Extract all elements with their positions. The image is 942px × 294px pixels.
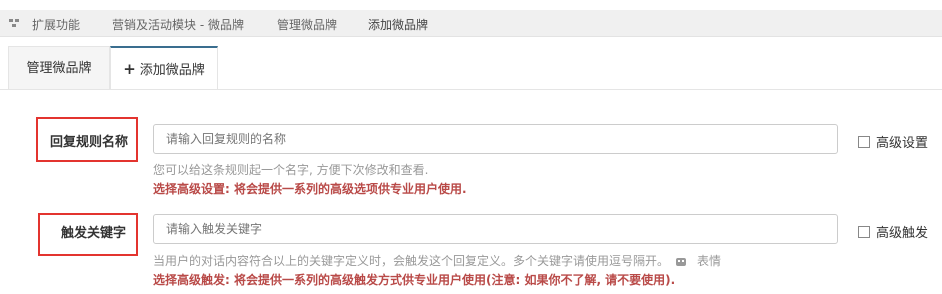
plus-icon: +	[123, 60, 136, 78]
tab-label: 添加微品牌	[139, 63, 205, 78]
advanced-settings-option[interactable]: 高级设置	[858, 132, 929, 151]
keyword-help-text: 当用户的对话内容符合以上的关键字定义时，会触发这个回复定义。多个关键字请使用逗号…	[153, 254, 670, 268]
rule-name-help: 您可以给这条规则起一个名字, 方便下次修改和查看.	[153, 163, 429, 177]
rule-name-label: 回复规则名称	[50, 135, 129, 150]
breadcrumb-item-add: 添加微品牌	[368, 18, 429, 32]
advanced-settings-label: 高级设置	[876, 136, 929, 151]
advanced-trigger-option[interactable]: 高级触发	[858, 222, 929, 241]
tab-label: 管理微品牌	[26, 61, 92, 76]
advanced-trigger-checkbox[interactable]	[858, 225, 870, 238]
rule-name-input[interactable]	[153, 124, 838, 154]
advanced-trigger-label: 高级触发	[876, 226, 929, 241]
keyword-warning: 选择高级触发: 将会提供一系列的高级触发方式供专业用户使用(注意: 如果你不了解…	[153, 273, 676, 287]
keyword-help: 当用户的对话内容符合以上的关键字定义时，会触发这个回复定义。多个关键字请使用逗号…	[153, 252, 721, 269]
tab-divider	[0, 89, 942, 90]
advanced-settings-checkbox[interactable]	[858, 135, 870, 148]
keyword-label: 触发关键字	[61, 226, 127, 241]
breadcrumb-item-marketing[interactable]: 营销及活动模块 - 微品牌	[112, 16, 244, 33]
tab-bar: 管理微品牌 + 添加微品牌	[0, 46, 942, 90]
keyword-input[interactable]	[153, 214, 838, 244]
rule-name-warning: 选择高级设置: 将会提供一系列的高级选项供专业用户使用.	[153, 182, 467, 196]
emoji-link[interactable]: 表情	[697, 254, 721, 268]
breadcrumb: 扩展功能 营销及活动模块 - 微品牌 管理微品牌 添加微品牌	[0, 10, 942, 37]
breadcrumb-item-extensions[interactable]: 扩展功能	[32, 16, 80, 33]
tab-add-brand[interactable]: + 添加微品牌	[110, 46, 218, 89]
emoji-icon[interactable]	[675, 257, 687, 267]
puzzle-icon	[9, 19, 19, 27]
tab-manage-brand[interactable]: 管理微品牌	[8, 46, 110, 89]
breadcrumb-item-manage[interactable]: 管理微品牌	[277, 16, 337, 33]
